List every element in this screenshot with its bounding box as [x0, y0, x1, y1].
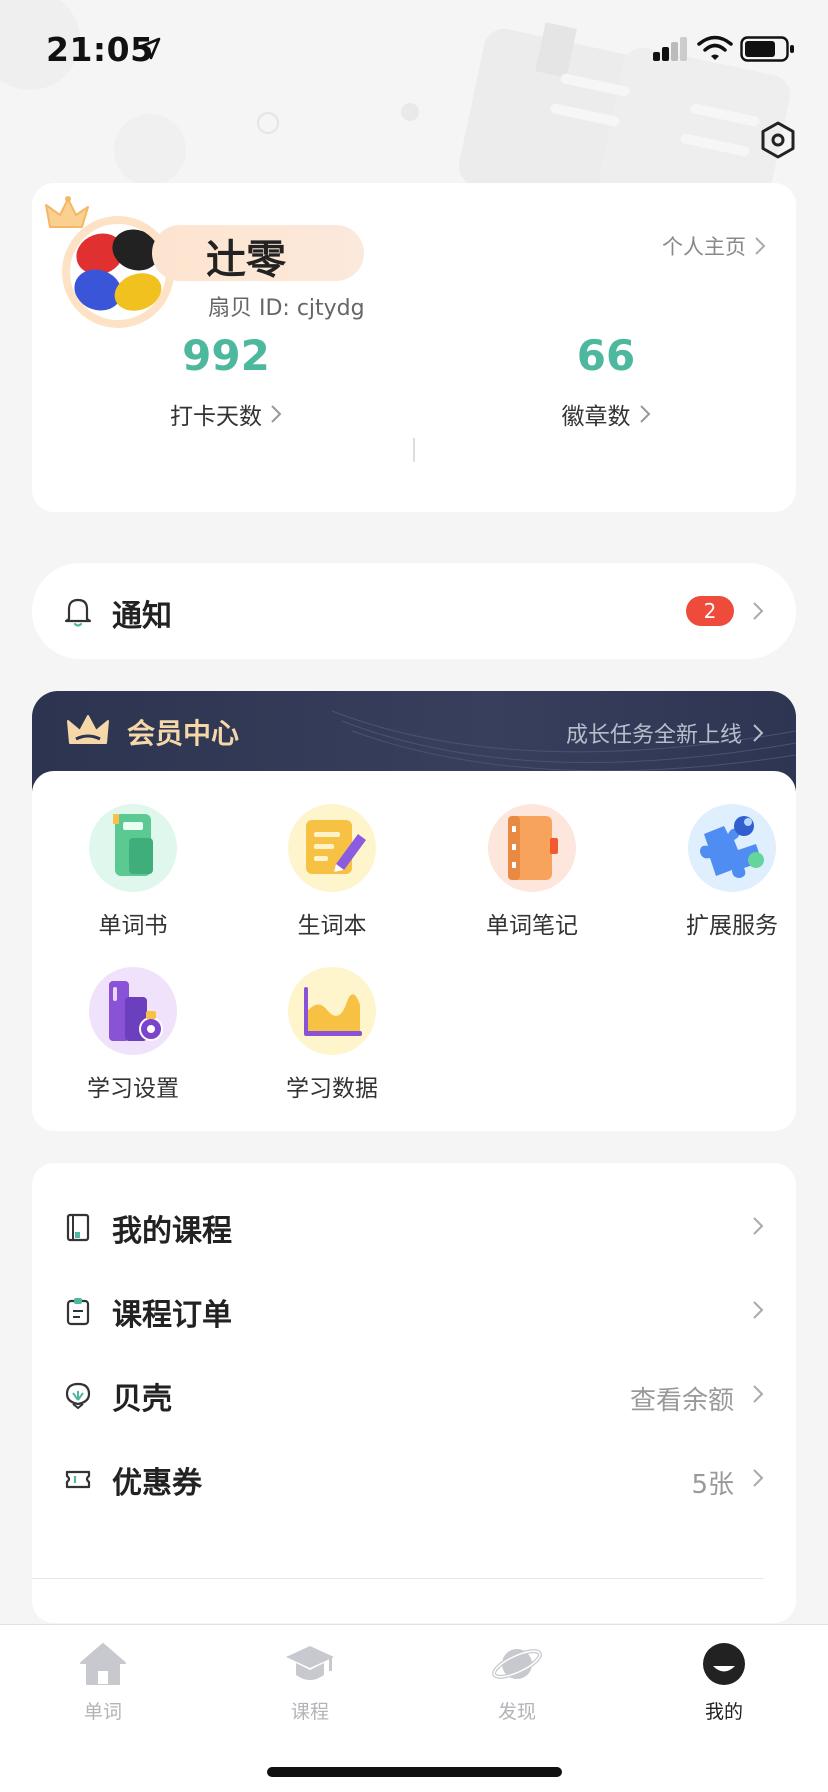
- chevron-right-icon: [271, 405, 282, 423]
- vip-services-card: 单词书 生词本 单词笔记 扩展服务 学习设置 学习数据: [32, 771, 796, 1131]
- chevron-right-icon: [639, 405, 650, 423]
- growth-tasks-label: 成长任务全新上线: [565, 723, 742, 748]
- course-orders-row[interactable]: 课程订单: [32, 1262, 796, 1358]
- checkin-days-label: 打卡天数: [170, 404, 262, 430]
- shells-title: 贝壳: [112, 1382, 172, 1417]
- menu-card: 我的课程 课程订单 贝壳 查看余额 优惠券 5张: [32, 1163, 796, 1623]
- chevron-right-icon: [753, 724, 764, 742]
- coupons-title: 优惠券: [112, 1466, 202, 1501]
- status-bar: 21:05: [0, 0, 828, 100]
- word-notes-icon: [488, 804, 576, 892]
- check-balance-text: 查看余额: [629, 1386, 734, 1416]
- word-book-icon: [89, 804, 177, 892]
- book-icon: [66, 1213, 90, 1242]
- wifi-icon: [697, 35, 733, 60]
- bell-icon: [64, 598, 92, 627]
- home-indicator: [267, 1767, 562, 1777]
- cellular-signal-icon: [653, 37, 687, 61]
- vocab-notebook-label: 生词本: [297, 913, 367, 939]
- extended-services-item[interactable]: 扩展服务: [632, 804, 828, 940]
- tab-discover[interactable]: 发现: [457, 1641, 577, 1724]
- chevron-right-icon: [753, 602, 764, 620]
- vip-crown-icon: [67, 715, 109, 744]
- study-data-label: 学习数据: [286, 1076, 378, 1102]
- vip-center-title: 会员中心: [127, 717, 240, 750]
- notification-title: 通知: [112, 599, 172, 634]
- profile-card: 辻零 扇贝 ID: cjtydg 个人主页 992 打卡天数 66 徽章数: [32, 183, 796, 512]
- study-data-item[interactable]: 学习数据: [232, 967, 432, 1103]
- user-name: 辻零: [206, 237, 286, 283]
- chevron-right-icon: [753, 1385, 764, 1403]
- badges-label: 徽章数: [561, 404, 631, 430]
- chevron-right-icon: [753, 1301, 764, 1319]
- menu-divider: [32, 1578, 764, 1579]
- coupon-count-text: 5张: [691, 1470, 734, 1500]
- tab-courses[interactable]: 课程: [250, 1641, 370, 1724]
- study-settings-item[interactable]: 学习设置: [33, 967, 233, 1103]
- chevron-right-icon: [755, 237, 766, 255]
- word-book-item[interactable]: 单词书: [33, 804, 233, 940]
- shells-row[interactable]: 贝壳 查看余额: [32, 1346, 796, 1442]
- homepage-link-label: 个人主页: [662, 235, 746, 259]
- notification-row[interactable]: 通知 2: [32, 563, 796, 659]
- settings-hexagon-icon[interactable]: [758, 120, 798, 160]
- area-chart-icon: [288, 967, 376, 1055]
- word-notes-label: 单词笔记: [486, 913, 578, 939]
- homepage-link[interactable]: 个人主页: [662, 231, 766, 261]
- coupon-icon: [65, 1470, 91, 1489]
- word-book-label: 单词书: [98, 913, 168, 939]
- checkin-days-value: 992: [182, 331, 270, 380]
- chevron-right-icon: [753, 1217, 764, 1235]
- course-orders-title: 课程订单: [112, 1298, 232, 1333]
- tab-mine-label: 我的: [704, 1701, 743, 1723]
- badges-stat[interactable]: 66 徽章数: [496, 335, 716, 431]
- grad-cap-icon: [286, 1646, 334, 1680]
- location-arrow-icon: [138, 37, 161, 60]
- tab-words-label: 单词: [83, 1701, 122, 1723]
- notification-count-badge: 2: [686, 596, 734, 626]
- tab-courses-label: 课程: [290, 1701, 329, 1723]
- badges-value: 66: [576, 331, 636, 380]
- avatar-image: [70, 224, 166, 320]
- shell-icon: [65, 1382, 91, 1410]
- house-icon: [80, 1643, 126, 1685]
- planet-icon: [492, 1649, 542, 1679]
- avatar[interactable]: [62, 216, 174, 328]
- growth-tasks-link[interactable]: 成长任务全新上线: [566, 717, 764, 749]
- vocab-notebook-icon: [288, 804, 376, 892]
- my-courses-row[interactable]: 我的课程: [32, 1178, 796, 1274]
- word-notes-item[interactable]: 单词笔记: [432, 804, 632, 940]
- study-settings-icon: [89, 967, 177, 1055]
- user-id: 扇贝 ID: cjtydg: [208, 296, 365, 321]
- tab-mine[interactable]: 我的: [664, 1641, 784, 1724]
- tab-discover-label: 发现: [497, 1701, 536, 1723]
- stats-divider: [413, 438, 415, 462]
- checkin-days-stat[interactable]: 992 打卡天数: [116, 335, 336, 431]
- my-courses-title: 我的课程: [112, 1214, 232, 1249]
- coupons-row[interactable]: 优惠券 5张: [32, 1430, 796, 1526]
- tab-words[interactable]: 单词: [43, 1641, 163, 1724]
- clipboard-icon: [66, 1298, 90, 1326]
- puzzle-icon: [688, 804, 776, 892]
- vocab-notebook-item[interactable]: 生词本: [232, 804, 432, 940]
- user-face-icon: [703, 1643, 745, 1685]
- battery-icon: [740, 36, 794, 62]
- extended-services-label: 扩展服务: [686, 913, 778, 939]
- study-settings-label: 学习设置: [87, 1076, 179, 1102]
- chevron-right-icon: [753, 1469, 764, 1487]
